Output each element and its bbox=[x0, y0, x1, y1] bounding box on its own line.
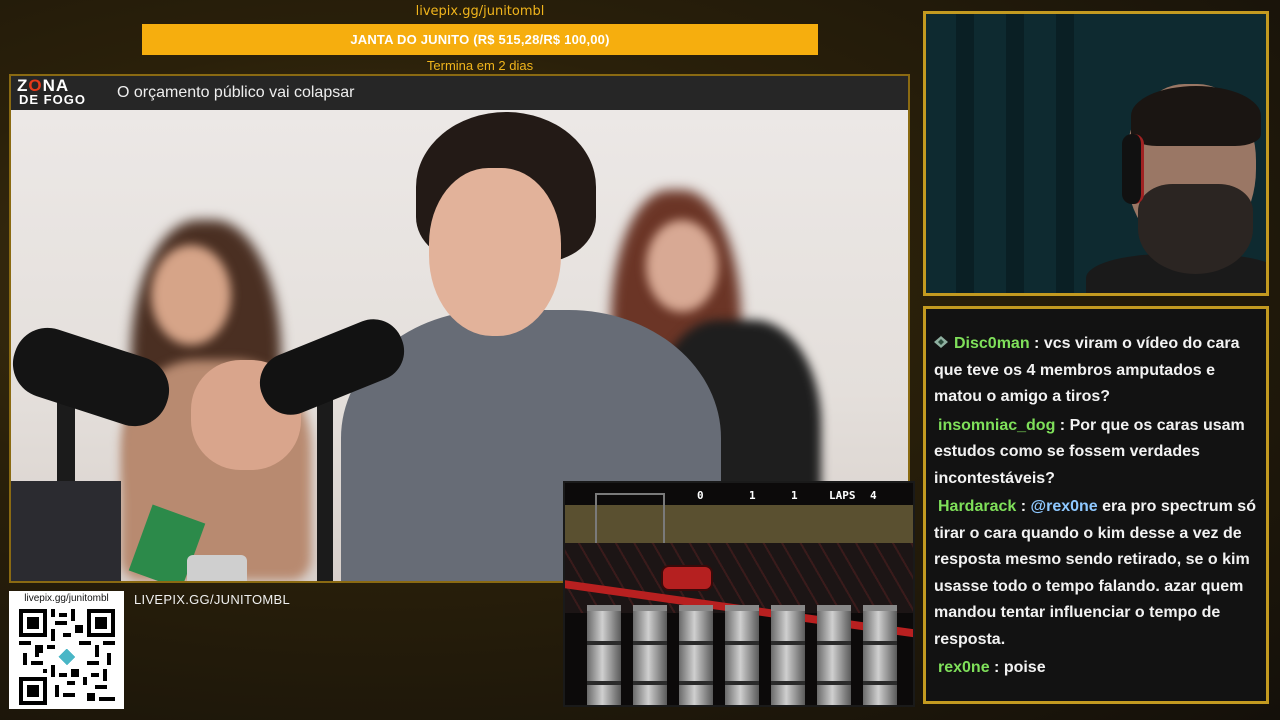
game-car bbox=[661, 565, 713, 591]
game-hud-laps-value: 4 bbox=[870, 489, 877, 502]
headphone bbox=[1122, 134, 1144, 204]
game-hud: 0 1 1 LAPS 4 bbox=[565, 483, 913, 505]
game-hud-counter-1: 0 bbox=[697, 489, 704, 502]
qr-url: livepix.gg/junitombl bbox=[24, 593, 109, 604]
curtain-fold bbox=[1056, 14, 1074, 293]
mic-stand bbox=[317, 380, 333, 581]
game-hud-counter-2: 1 bbox=[749, 489, 756, 502]
chat-mention[interactable]: @rex0ne bbox=[1031, 498, 1098, 515]
chat-badge-icon bbox=[934, 336, 948, 348]
game-pillar bbox=[725, 605, 759, 705]
streamer-hair bbox=[1131, 86, 1261, 146]
curtain-fold bbox=[956, 14, 974, 293]
game-pillar bbox=[771, 605, 805, 705]
game-pillar bbox=[679, 605, 713, 705]
chat-username[interactable]: Disc0man bbox=[954, 335, 1030, 352]
chat-username[interactable]: insomniac_dog bbox=[938, 417, 1055, 434]
video-header: ZONA DE FOGO O orçamento público vai col… bbox=[11, 76, 908, 110]
streamer-webcam bbox=[923, 11, 1269, 296]
donation-ends-text: Termina em 2 dias bbox=[426, 58, 534, 73]
donation-goal-text: JANTA DO JUNITO (R$ 515,28/R$ 100,00) bbox=[350, 32, 610, 47]
chat-message: Hardarack : @rex0ne era pro spectrum só … bbox=[934, 498, 1256, 648]
zona-de-fogo-logo: ZONA DE FOGO bbox=[17, 76, 86, 107]
donation-url[interactable]: livepix.gg/junitombl bbox=[142, 4, 818, 19]
background-person-right-face bbox=[646, 220, 718, 312]
chat-text: era pro spectrum só tirar o cara quando … bbox=[934, 498, 1256, 648]
game-pillar bbox=[633, 605, 667, 705]
game-track-floor bbox=[565, 543, 913, 613]
chat-text: poise bbox=[1003, 659, 1046, 676]
curtain-fold bbox=[1006, 14, 1024, 293]
livepix-label[interactable]: LIVEPIX.GG/JUNITOMBL bbox=[134, 592, 290, 607]
speaker-face bbox=[429, 168, 561, 336]
cup bbox=[187, 555, 247, 581]
chat-message: insomniac_dog : Por que os caras usam es… bbox=[934, 416, 1245, 487]
equipment bbox=[11, 481, 121, 581]
chat-message: Disc0man : vcs viram o vídeo do cara que… bbox=[934, 335, 1240, 405]
chat-panel[interactable]: Disc0man : vcs viram o vídeo do cara que… bbox=[923, 306, 1269, 704]
qr-code-panel[interactable]: livepix.gg/junitombl bbox=[9, 591, 124, 709]
video-title: O orçamento público vai colapsar bbox=[117, 84, 355, 101]
qr-code-icon bbox=[18, 609, 115, 705]
chat-username[interactable]: rex0ne bbox=[938, 659, 990, 676]
donation-goal-bar: JANTA DO JUNITO (R$ 515,28/R$ 100,00) bbox=[142, 24, 818, 55]
chat-username[interactable]: Hardarack bbox=[938, 498, 1016, 515]
game-pillar bbox=[863, 605, 897, 705]
background-person-left-face bbox=[151, 245, 231, 345]
streamer-beard bbox=[1138, 184, 1253, 274]
game-pillar bbox=[587, 605, 621, 705]
game-hud-laps-label: LAPS bbox=[829, 489, 856, 502]
game-hud-counter-3: 1 bbox=[791, 489, 798, 502]
game-overlay: 0 1 1 LAPS 4 bbox=[563, 481, 915, 707]
chat-message: rex0ne : poise bbox=[938, 659, 1046, 676]
game-pillar bbox=[817, 605, 851, 705]
